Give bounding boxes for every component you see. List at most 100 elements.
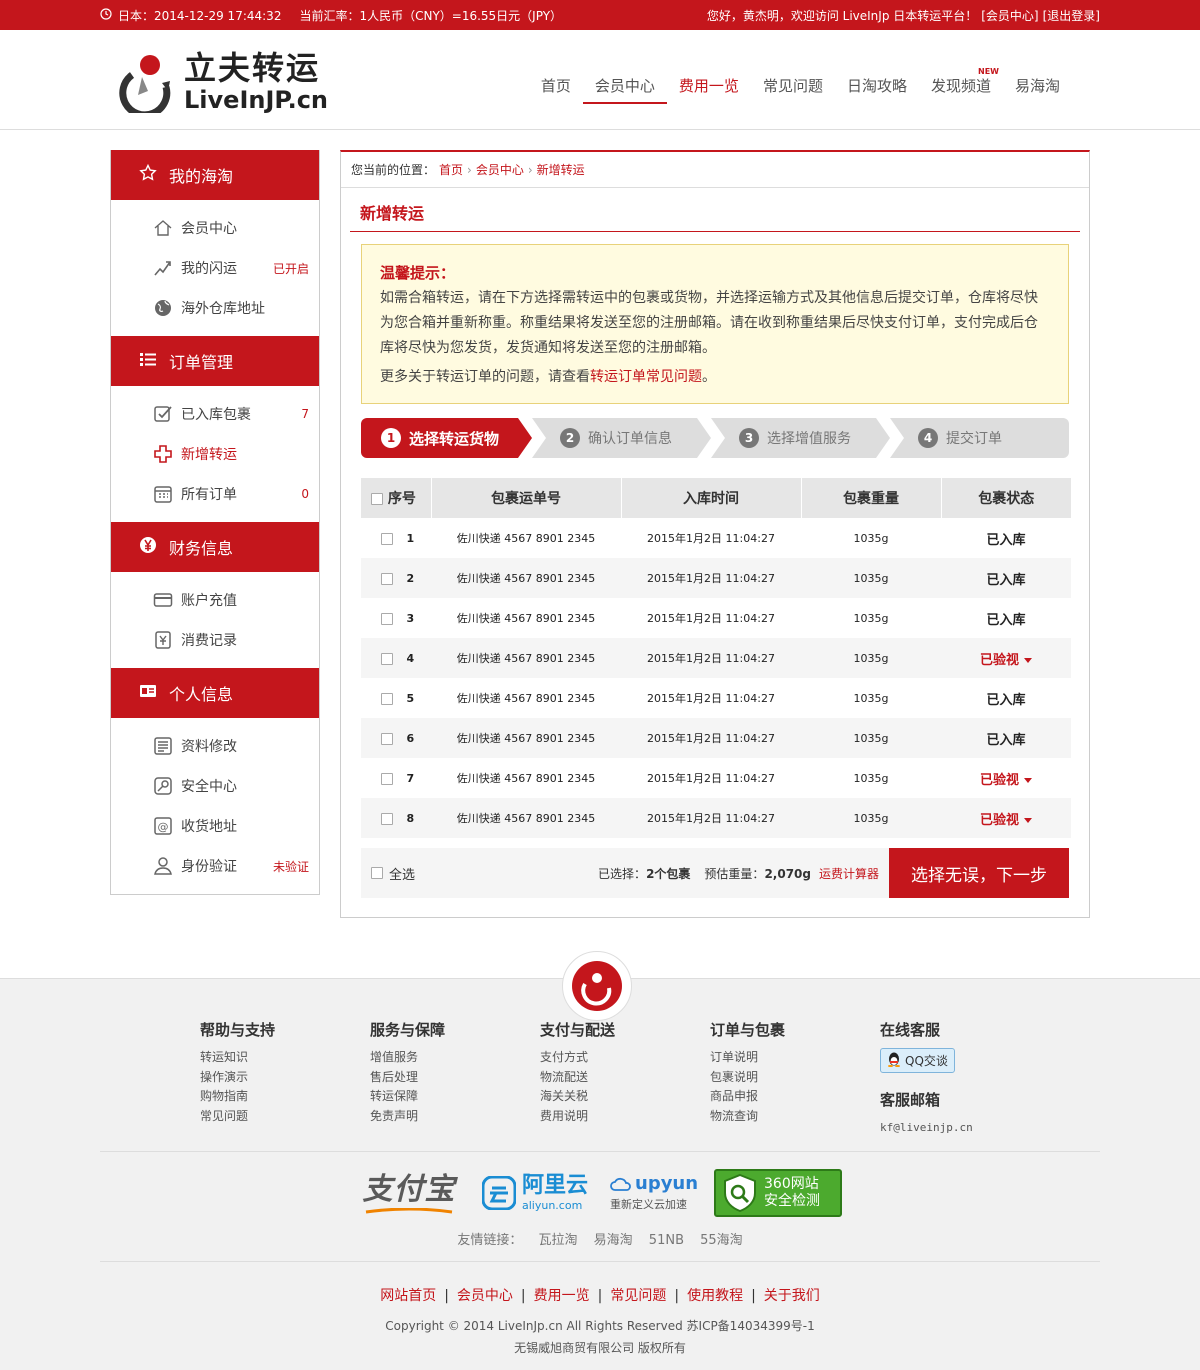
row-checkbox[interactable] xyxy=(381,812,393,825)
footer-link[interactable]: 支付方式 xyxy=(540,1048,710,1068)
site-logo[interactable]: 立夫转运 LiveInJP.cn xyxy=(118,52,328,119)
status-cell[interactable]: 已验视 xyxy=(941,638,1071,678)
footer-link[interactable]: 购物指南 xyxy=(200,1087,370,1107)
table-row[interactable]: 2 佐川快递 4567 8901 2345 2015年1月2日 11:04:27 10… xyxy=(361,558,1071,598)
sidebar-item-shipping-address[interactable]: @ 收货地址 xyxy=(111,806,319,846)
bottom-nav-home[interactable]: 网站首页 xyxy=(380,1288,436,1304)
footer-link[interactable]: 转运保障 xyxy=(370,1087,540,1107)
upyun-logo[interactable]: upyun 重新定义云加速 xyxy=(610,1174,698,1212)
status-label: 已入库 xyxy=(986,572,1026,588)
row-checkbox[interactable] xyxy=(381,732,393,745)
step-2: 2 确认订单信息 xyxy=(532,418,711,458)
footer-link[interactable]: 包裹说明 xyxy=(710,1068,880,1088)
table-row[interactable]: 5 佐川快递 4567 8901 2345 2015年1月2日 11:04:27 10… xyxy=(361,678,1071,718)
select-all-checkbox[interactable] xyxy=(371,867,383,879)
status-label: 已验视 xyxy=(979,772,1019,788)
nav-yihaitao[interactable]: 易海淘 xyxy=(1003,76,1072,116)
sidebar-item-stored-packages[interactable]: 已入库包裹 7 xyxy=(111,394,319,434)
row-checkbox[interactable] xyxy=(381,652,393,665)
sidebar-item-spending-records[interactable]: 消费记录 xyxy=(111,620,319,660)
breadcrumb-home[interactable]: 首页 xyxy=(439,161,463,178)
footer-link[interactable]: 商品申报 xyxy=(710,1087,880,1107)
status-cell[interactable]: 已验视 xyxy=(941,798,1071,838)
weight-cell: 1035g xyxy=(801,718,941,758)
top-bar: 日本：2014-12-29 17:44:32 当前汇率：1人民币（CNY）=16… xyxy=(0,0,1200,30)
logout-link[interactable]: [退出登录] xyxy=(1043,7,1100,24)
nav-discover[interactable]: 发现频道 NEW xyxy=(919,67,1003,116)
sidebar-item-member-center[interactable]: 会员中心 xyxy=(111,208,319,248)
table-row[interactable]: 1 佐川快递 4567 8901 2345 2015年1月2日 11:04:27 10… xyxy=(361,518,1071,558)
bottom-nav-faq[interactable]: 常见问题 xyxy=(610,1288,666,1304)
member-center-link[interactable]: [会员中心] xyxy=(981,7,1038,24)
row-checkbox[interactable] xyxy=(381,572,393,585)
alipay-logo[interactable]: 支付宝 xyxy=(356,1172,462,1214)
friend-link[interactable]: 瓦拉淘 xyxy=(538,1233,577,1248)
footer-column-title: 支付与配送 xyxy=(540,1021,616,1039)
breadcrumb-current[interactable]: 新增转运 xyxy=(537,161,585,178)
step-number: 3 xyxy=(739,428,759,448)
friend-link[interactable]: 51NB xyxy=(649,1233,684,1248)
nav-fees[interactable]: 费用一览 xyxy=(667,76,751,116)
row-number: 3 xyxy=(406,611,415,625)
table-row[interactable]: 3 佐川快递 4567 8901 2345 2015年1月2日 11:04:27 10… xyxy=(361,598,1071,638)
bottom-nav-about[interactable]: 关于我们 xyxy=(764,1288,820,1304)
row-checkbox[interactable] xyxy=(381,532,393,545)
sidebar-item-new-shipment[interactable]: 新增转运 xyxy=(111,434,319,474)
footer-link[interactable]: 物流配送 xyxy=(540,1068,710,1088)
table-row[interactable]: 7 佐川快递 4567 8901 2345 2015年1月2日 11:04:27 10… xyxy=(361,758,1071,798)
bottom-nav-fees[interactable]: 费用一览 xyxy=(534,1288,590,1304)
footer-link[interactable]: 免责声明 xyxy=(370,1107,540,1127)
table-row[interactable]: 4 佐川快递 4567 8901 2345 2015年1月2日 11:04:27 10… xyxy=(361,638,1071,678)
footer-link[interactable]: 操作演示 xyxy=(200,1068,370,1088)
sidebar-item-flash-shipping[interactable]: 我的闪运 已开启 xyxy=(111,248,319,288)
bottom-nav-member[interactable]: 会员中心 xyxy=(457,1288,513,1304)
table-row[interactable]: 6 佐川快递 4567 8901 2345 2015年1月2日 11:04:27 10… xyxy=(361,718,1071,758)
caret-down-icon[interactable] xyxy=(1024,657,1032,663)
row-select-cell: 8 xyxy=(361,798,431,838)
footer-link[interactable]: 转运知识 xyxy=(200,1048,370,1068)
sidebar-item-id-verification[interactable]: 身份验证 未验证 xyxy=(111,846,319,886)
japan-time: 日本：2014-12-29 17:44:32 xyxy=(118,8,282,23)
qq-chat-button[interactable]: QQ交谈 xyxy=(880,1048,955,1073)
footer-link[interactable]: 订单说明 xyxy=(710,1048,880,1068)
sidebar-item-edit-profile[interactable]: 资料修改 xyxy=(111,726,319,766)
row-checkbox[interactable] xyxy=(381,772,393,785)
header-checkbox[interactable] xyxy=(371,493,383,505)
table-row[interactable]: 8 佐川快递 4567 8901 2345 2015年1月2日 11:04:27 10… xyxy=(361,798,1071,838)
breadcrumb-member-center[interactable]: 会员中心 xyxy=(476,161,524,178)
bottom-nav-tutorial[interactable]: 使用教程 xyxy=(687,1288,743,1304)
nav-home[interactable]: 首页 xyxy=(529,76,583,116)
status-cell[interactable]: 已验视 xyxy=(941,758,1071,798)
footer-divider xyxy=(100,1151,1100,1152)
friend-link[interactable]: 55海淘 xyxy=(700,1233,743,1248)
email-title: 客服邮箱 xyxy=(880,1091,941,1109)
footer-link[interactable]: 费用说明 xyxy=(540,1107,710,1127)
nav-member-center[interactable]: 会员中心 xyxy=(582,76,667,104)
faq-link[interactable]: 转运订单常见问题 xyxy=(590,369,702,385)
nav-faq[interactable]: 常见问题 xyxy=(751,76,835,116)
sidebar-item-label: 收货地址 xyxy=(181,819,237,835)
aliyun-logo[interactable]: 阿里云 aliyun.com xyxy=(482,1175,590,1211)
next-step-button[interactable]: 选择无误，下一步 xyxy=(889,848,1069,898)
friend-link[interactable]: 易海淘 xyxy=(594,1233,633,1248)
footer-link[interactable]: 海关关税 xyxy=(540,1087,710,1107)
360-security-badge[interactable]: 360网站 安全检测 xyxy=(714,1169,842,1217)
row-checkbox[interactable] xyxy=(381,612,393,625)
row-checkbox[interactable] xyxy=(381,692,393,705)
chevron-right-icon: › xyxy=(467,162,472,177)
sidebar-section-title: 我的海淘 xyxy=(169,167,234,186)
select-all[interactable]: 全选 xyxy=(371,864,415,883)
sidebar-item-security-center[interactable]: 安全中心 xyxy=(111,766,319,806)
shipping-calculator-link[interactable]: 运费计算器 xyxy=(819,865,879,882)
nav-guide[interactable]: 日淘攻略 xyxy=(835,76,919,116)
sidebar-section-finance: 财务信息 xyxy=(111,522,319,572)
footer-link[interactable]: 售后处理 xyxy=(370,1068,540,1088)
sidebar-item-recharge[interactable]: 账户充值 xyxy=(111,580,319,620)
caret-down-icon[interactable] xyxy=(1024,777,1032,783)
footer-link[interactable]: 增值服务 xyxy=(370,1048,540,1068)
footer-link[interactable]: 常见问题 xyxy=(200,1107,370,1127)
footer-link[interactable]: 物流查询 xyxy=(710,1107,880,1127)
sidebar-item-warehouse-address[interactable]: 海外仓库地址 xyxy=(111,288,319,328)
sidebar-item-all-orders[interactable]: 所有订单 0 xyxy=(111,474,319,514)
caret-down-icon[interactable] xyxy=(1024,817,1032,823)
